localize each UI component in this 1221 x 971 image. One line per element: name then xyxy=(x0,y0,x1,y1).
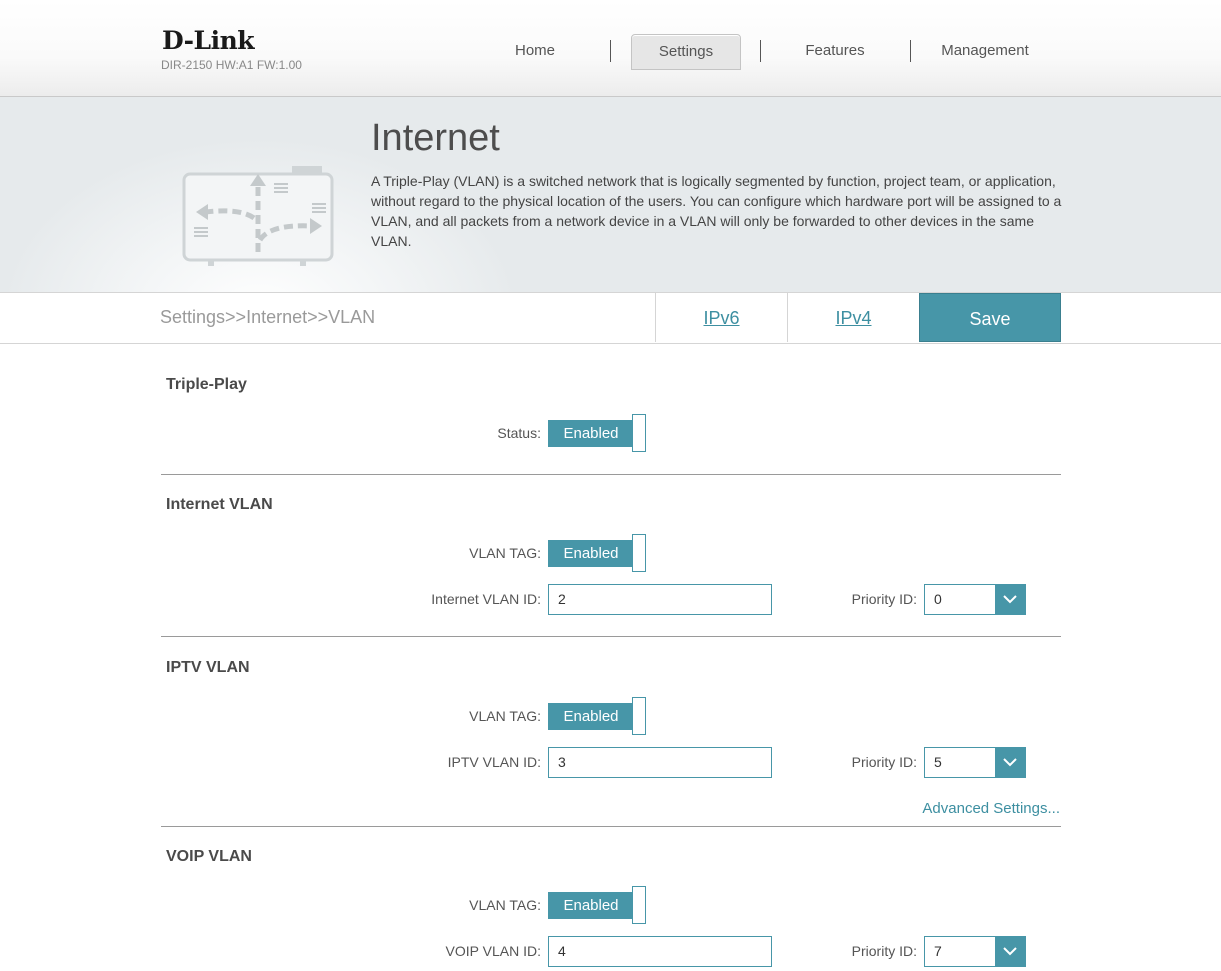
dlink-logo[interactable]: D-Link xyxy=(162,26,255,55)
internet-vlan-tag-label: VLAN TAG: xyxy=(469,545,541,561)
iptv-vlan-id-label: IPTV VLAN ID: xyxy=(447,754,541,770)
nav-management[interactable]: Management xyxy=(931,34,1039,68)
toggle-state-label: Enabled xyxy=(548,892,634,919)
toggle-knob[interactable] xyxy=(632,414,646,452)
iptv-priority-label: Priority ID: xyxy=(851,754,917,770)
voip-vlan-id-label: VOIP VLAN ID: xyxy=(445,943,541,959)
chevron-down-icon[interactable] xyxy=(995,748,1025,777)
section-divider xyxy=(161,474,1061,475)
toggle-state-label: Enabled xyxy=(548,420,634,447)
advanced-settings-link[interactable]: Advanced Settings... xyxy=(922,800,1060,817)
breadcrumb: Settings>>Internet>>VLAN xyxy=(160,307,376,327)
tab-ipv6[interactable]: IPv6 xyxy=(655,293,787,342)
nav-separator xyxy=(760,40,761,62)
section-divider xyxy=(161,636,1061,637)
page-title: Internet xyxy=(371,117,500,159)
iptv-vlan-tag-label: VLAN TAG: xyxy=(469,708,541,724)
nav-features[interactable]: Features xyxy=(781,34,889,68)
toggle-knob[interactable] xyxy=(632,534,646,572)
select-value: 7 xyxy=(934,943,942,959)
tab-ipv4[interactable]: IPv4 xyxy=(787,293,919,342)
network-routing-icon xyxy=(180,160,340,275)
section-title-voip-vlan: VOIP VLAN xyxy=(166,848,252,865)
section-title-internet-vlan: Internet VLAN xyxy=(166,496,273,513)
page-description: A Triple-Play (VLAN) is a switched netwo… xyxy=(371,173,1062,249)
nav-settings[interactable]: Settings xyxy=(631,34,741,70)
toggle-knob[interactable] xyxy=(632,886,646,924)
save-button[interactable]: Save xyxy=(919,293,1061,342)
voip-vlan-tag-toggle[interactable]: Enabled xyxy=(548,886,648,924)
internet-priority-label: Priority ID: xyxy=(851,591,917,607)
voip-vlan-id-input[interactable]: 4 xyxy=(548,936,772,967)
internet-vlan-id-label: Internet VLAN ID: xyxy=(431,591,541,607)
iptv-vlan-id-input[interactable]: 3 xyxy=(548,747,772,778)
nav-separator xyxy=(910,40,911,62)
triple-play-status-toggle[interactable]: Enabled xyxy=(548,414,648,452)
select-value: 5 xyxy=(934,754,942,770)
voip-priority-label: Priority ID: xyxy=(851,943,917,959)
section-divider xyxy=(161,826,1061,827)
section-title-iptv-vlan: IPTV VLAN xyxy=(166,659,250,676)
internet-priority-select[interactable]: 0 xyxy=(924,584,1026,615)
nav-home[interactable]: Home xyxy=(481,34,589,68)
iptv-priority-select[interactable]: 5 xyxy=(924,747,1026,778)
toggle-state-label: Enabled xyxy=(548,703,634,730)
chevron-down-icon[interactable] xyxy=(995,937,1025,966)
top-header: D-Link DIR-2150 HW:A1 FW:1.00 Home Setti… xyxy=(0,0,1221,97)
internet-vlan-tag-toggle[interactable]: Enabled xyxy=(548,534,648,572)
voip-priority-select[interactable]: 7 xyxy=(924,936,1026,967)
nav-separator xyxy=(610,40,611,62)
voip-vlan-tag-label: VLAN TAG: xyxy=(469,897,541,913)
device-model-info: DIR-2150 HW:A1 FW:1.00 xyxy=(161,58,302,72)
status-label: Status: xyxy=(497,425,541,441)
toggle-knob[interactable] xyxy=(632,697,646,735)
internet-vlan-id-input[interactable]: 2 xyxy=(548,584,772,615)
iptv-vlan-tag-toggle[interactable]: Enabled xyxy=(548,697,648,735)
toggle-state-label: Enabled xyxy=(548,540,634,567)
select-value: 0 xyxy=(934,591,942,607)
chevron-down-icon[interactable] xyxy=(995,585,1025,614)
section-title-triple-play: Triple-Play xyxy=(166,376,247,393)
